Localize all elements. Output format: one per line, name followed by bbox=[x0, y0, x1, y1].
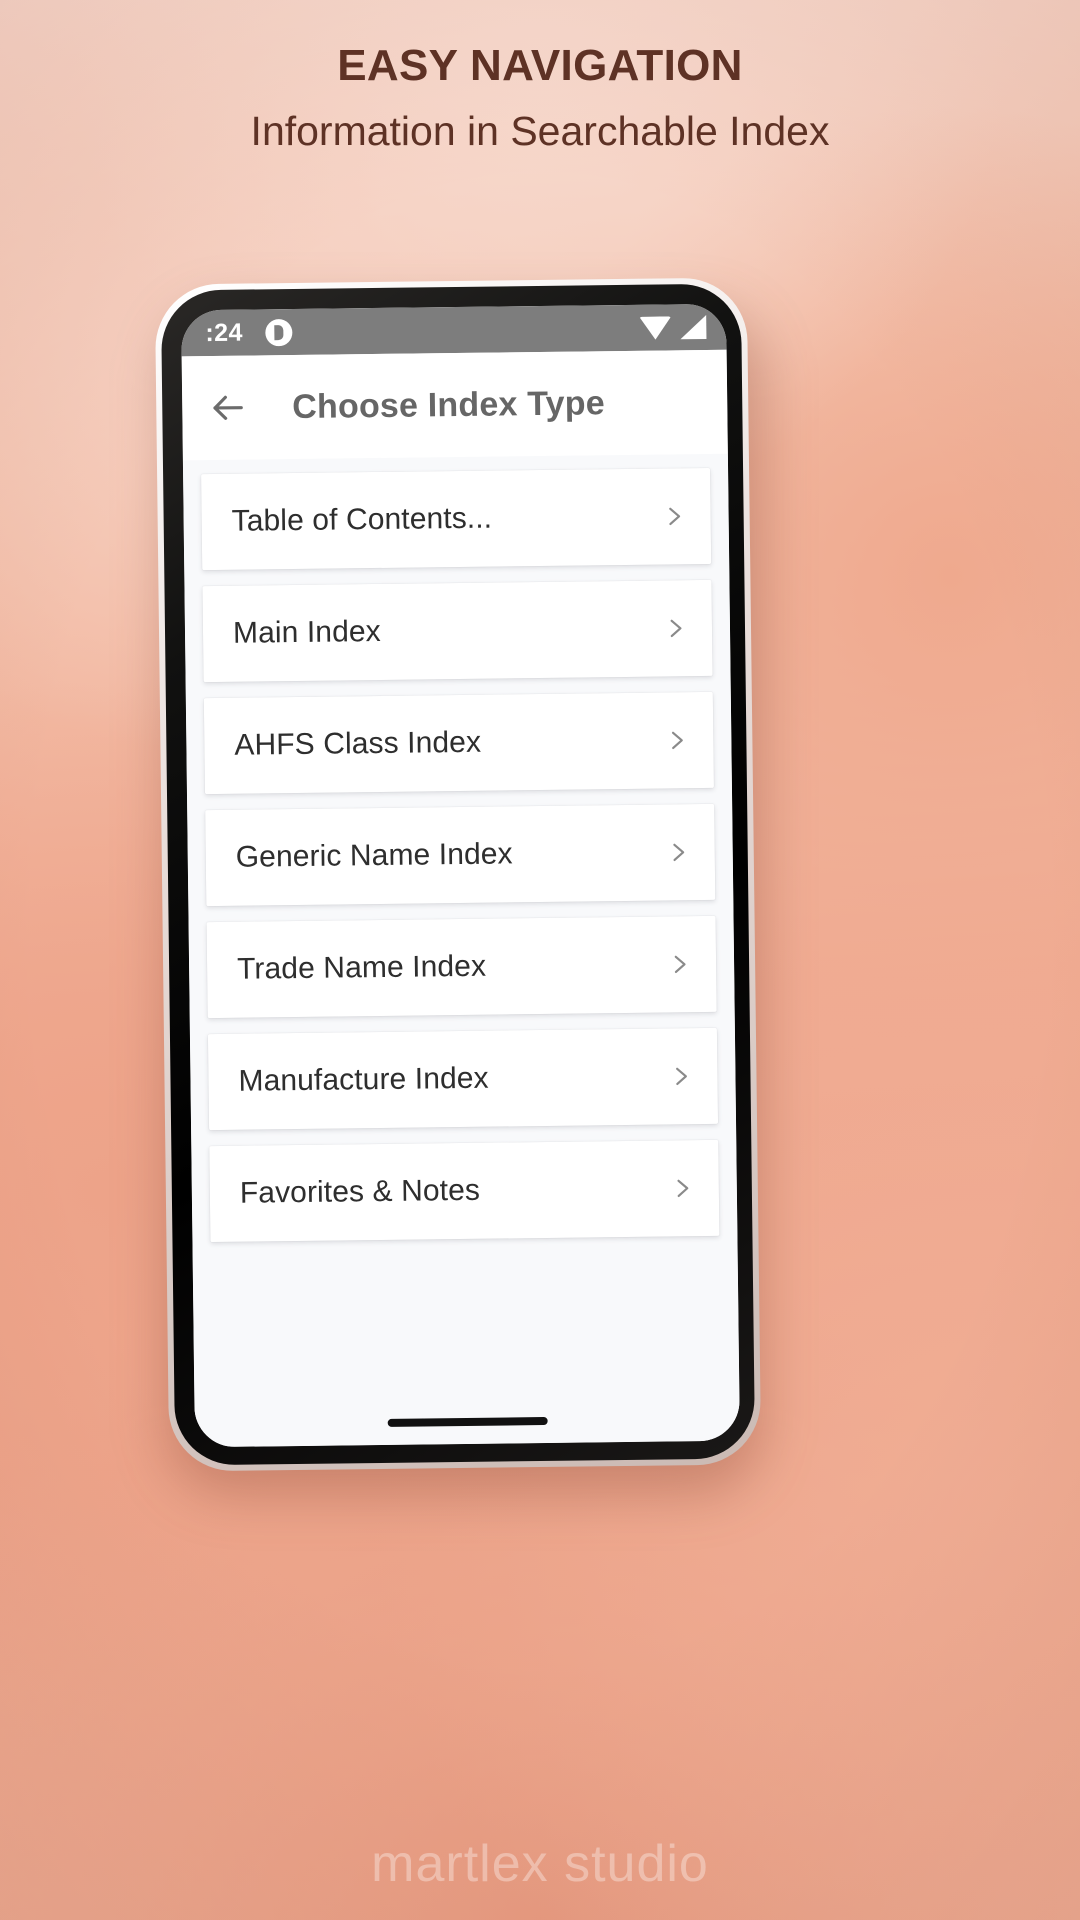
chevron-right-icon bbox=[661, 725, 691, 755]
cell-signal-icon bbox=[680, 314, 707, 340]
status-bar: :24 bbox=[181, 303, 727, 357]
list-item[interactable]: AHFS Class Index bbox=[203, 691, 714, 795]
wifi-icon bbox=[639, 315, 672, 340]
status-bar-spacer bbox=[292, 328, 639, 332]
phone-mockup: :24 Choose Index Type Table of Contents.… bbox=[154, 277, 762, 1494]
list-item[interactable]: Manufacture Index bbox=[207, 1027, 719, 1131]
list-item-label: Generic Name Index bbox=[235, 837, 513, 874]
list-item-label: Manufacture Index bbox=[238, 1061, 489, 1098]
chevron-right-icon bbox=[664, 949, 694, 979]
list-item[interactable]: Favorites & Notes bbox=[209, 1139, 720, 1243]
promo-subheadline: Information in Searchable Index bbox=[250, 108, 830, 154]
promo-screenshot-page: EASY NAVIGATION Information in Searchabl… bbox=[0, 0, 1080, 1920]
list-item-label: Table of Contents... bbox=[231, 501, 493, 538]
promo-headline: EASY NAVIGATION bbox=[337, 41, 743, 90]
chevron-right-icon bbox=[663, 837, 693, 867]
promo-headings: EASY NAVIGATION Information in Searchabl… bbox=[0, 0, 1080, 153]
list-item[interactable]: Generic Name Index bbox=[205, 803, 716, 907]
status-bar-indicators bbox=[639, 314, 707, 340]
chevron-right-icon bbox=[660, 613, 690, 643]
index-type-list: Table of Contents... Main Index AHFS Cla… bbox=[182, 453, 740, 1448]
phone-screen: :24 Choose Index Type Table of Contents.… bbox=[181, 303, 740, 1448]
back-arrow-icon[interactable] bbox=[204, 385, 251, 432]
page-title: Choose Index Type bbox=[292, 383, 606, 426]
chevron-right-icon bbox=[658, 501, 688, 531]
status-bar-clock: :24 bbox=[205, 318, 244, 347]
list-item[interactable]: Main Index bbox=[202, 579, 713, 683]
list-item[interactable]: Table of Contents... bbox=[201, 467, 712, 571]
list-item-label: Favorites & Notes bbox=[239, 1173, 481, 1210]
app-bar: Choose Index Type bbox=[181, 349, 728, 461]
list-item-label: AHFS Class Index bbox=[234, 725, 482, 762]
chevron-right-icon bbox=[665, 1061, 695, 1091]
list-item-label: Trade Name Index bbox=[236, 949, 487, 986]
list-item[interactable]: Trade Name Index bbox=[206, 915, 717, 1019]
list-item-label: Main Index bbox=[232, 614, 381, 650]
chevron-right-icon bbox=[667, 1173, 697, 1203]
notification-dot-icon bbox=[264, 318, 293, 346]
